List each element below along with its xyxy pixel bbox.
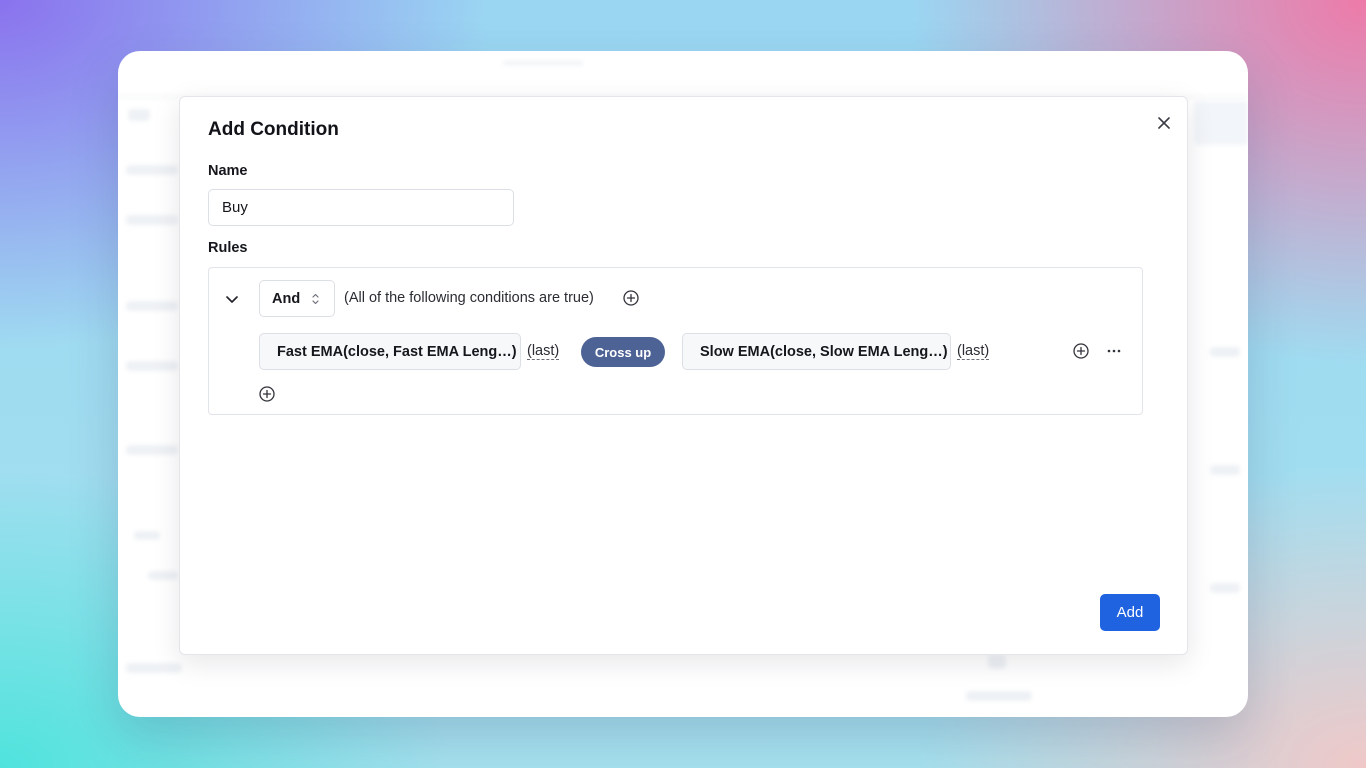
name-label: Name xyxy=(208,163,248,179)
background-panel xyxy=(1194,101,1248,145)
left-operand-value: Fast EMA(close, Fast EMA Leng…) xyxy=(277,343,517,360)
background-sidebar-item xyxy=(126,301,178,311)
logic-operator-value: And xyxy=(272,290,301,307)
background-panel-icon xyxy=(988,655,1006,669)
left-operand-select[interactable]: Fast EMA(close, Fast EMA Leng…) xyxy=(259,333,521,370)
right-operand-select[interactable]: Slow EMA(close, Slow EMA Leng…) xyxy=(682,333,951,370)
add-subgroup-button[interactable] xyxy=(1072,342,1090,360)
rules-group: And (All of the following conditions are… xyxy=(208,267,1143,415)
name-input[interactable] xyxy=(208,189,514,226)
more-horizontal-icon xyxy=(1107,349,1121,353)
updown-icon xyxy=(312,293,319,305)
background-panel-text xyxy=(966,691,1032,701)
plus-circle-icon xyxy=(259,386,275,402)
rules-label: Rules xyxy=(208,240,248,256)
logic-operator-select[interactable]: And xyxy=(259,280,335,317)
background-panel-text xyxy=(1210,583,1240,593)
add-rule-button[interactable] xyxy=(258,385,276,403)
plus-circle-icon xyxy=(1073,343,1089,359)
chevron-down-icon xyxy=(226,296,238,303)
close-button[interactable] xyxy=(1154,113,1174,133)
add-button[interactable]: Add xyxy=(1100,594,1160,631)
background-tab-indicator xyxy=(503,61,583,65)
background-sidebar-item xyxy=(126,215,178,225)
background-sidebar-item xyxy=(148,571,178,580)
background-sidebar-item xyxy=(134,531,160,540)
right-operand-value: Slow EMA(close, Slow EMA Leng…) xyxy=(700,343,948,360)
background-sidebar-heading xyxy=(128,109,150,121)
background-panel-text xyxy=(1210,465,1240,475)
collapse-group-button[interactable] xyxy=(223,290,241,308)
logic-description: (All of the following conditions are tru… xyxy=(344,290,594,306)
background-sidebar-item xyxy=(126,445,178,455)
background-sidebar-item xyxy=(126,663,182,673)
plus-circle-icon xyxy=(623,290,639,306)
close-icon xyxy=(1158,117,1170,129)
right-qualifier[interactable]: (last) xyxy=(957,343,990,360)
dialog-title: Add Condition xyxy=(208,119,339,140)
operator-button[interactable]: Cross up xyxy=(581,337,665,367)
add-condition-dialog: Add Condition Name Rules And (All of the… xyxy=(179,96,1188,655)
background-sidebar-item xyxy=(126,361,178,371)
more-options-button[interactable] xyxy=(1105,342,1123,360)
left-qualifier[interactable]: (last) xyxy=(527,343,560,360)
add-condition-to-group-button[interactable] xyxy=(622,289,640,307)
background-sidebar-item xyxy=(126,165,178,175)
background-panel-text xyxy=(1210,347,1240,357)
